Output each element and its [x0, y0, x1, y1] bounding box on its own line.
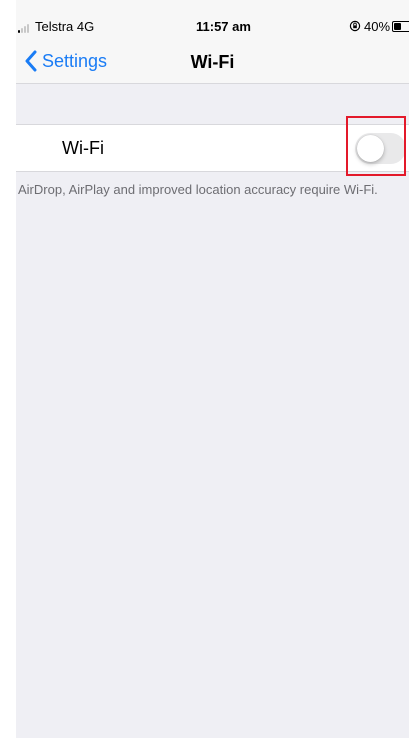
- toggle-highlight-box: [346, 116, 406, 176]
- wifi-footer-note: AirDrop, AirPlay and improved location a…: [18, 182, 378, 197]
- carrier-label: Telstra 4G: [35, 19, 95, 34]
- battery-fill: [394, 23, 401, 30]
- wifi-row-label: Wi-Fi: [62, 138, 104, 158]
- page-title: Wi-Fi: [190, 52, 235, 72]
- status-time: 11:57 am: [196, 19, 251, 34]
- orientation-lock-icon: [349, 20, 361, 32]
- settings-screen: Telstra 4G 11:57 am 40% Settings Wi-Fi W…: [16, 0, 409, 738]
- battery-percentage: 40%: [364, 19, 391, 34]
- navigation-bar: Settings Wi-Fi: [16, 40, 409, 84]
- signal-icon: [18, 23, 34, 33]
- status-bar: Telstra 4G 11:57 am 40%: [16, 0, 409, 40]
- battery-icon: [392, 21, 409, 32]
